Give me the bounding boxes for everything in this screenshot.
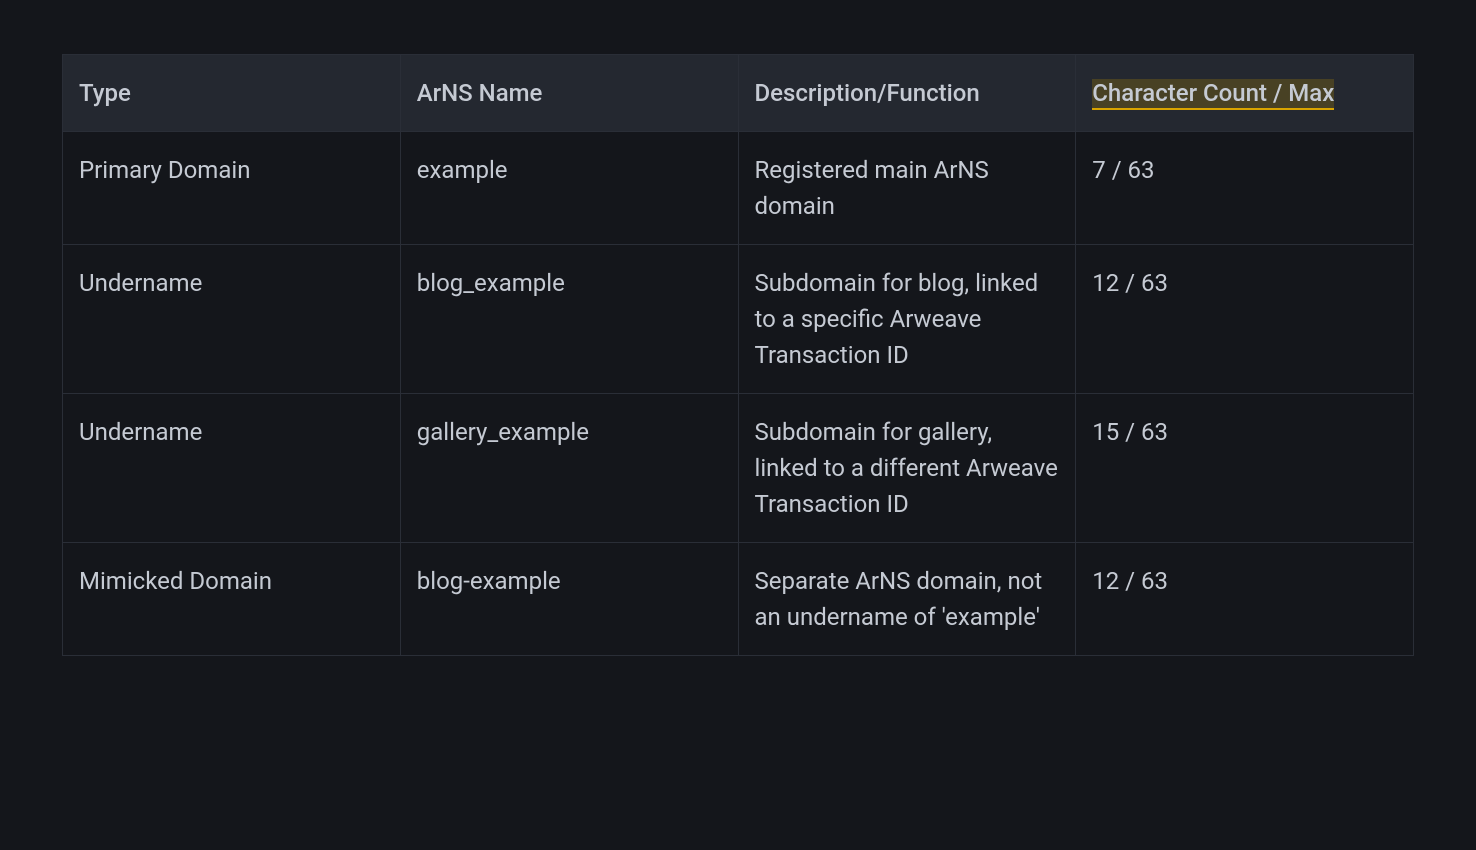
- cell-name: blog_example: [400, 245, 738, 394]
- cell-count: 12 / 63: [1076, 245, 1414, 394]
- cell-type: Undername: [63, 245, 401, 394]
- header-count-highlight: Character Count / Max: [1092, 79, 1334, 110]
- cell-name: blog-example: [400, 543, 738, 656]
- cell-type: Primary Domain: [63, 132, 401, 245]
- cell-count: 12 / 63: [1076, 543, 1414, 656]
- cell-count: 15 / 63: [1076, 394, 1414, 543]
- cell-name: example: [400, 132, 738, 245]
- cell-desc: Registered main ArNS domain: [738, 132, 1076, 245]
- cell-count: 7 / 63: [1076, 132, 1414, 245]
- cell-desc: Separate ArNS domain, not an undername o…: [738, 543, 1076, 656]
- table-row: Undername blog_example Subdomain for blo…: [63, 245, 1414, 394]
- header-count: Character Count / Max: [1076, 55, 1414, 132]
- cell-desc: Subdomain for gallery, linked to a diffe…: [738, 394, 1076, 543]
- arns-table: Type ArNS Name Description/Function Char…: [62, 54, 1414, 656]
- cell-desc: Subdomain for blog, linked to a specific…: [738, 245, 1076, 394]
- table-body: Primary Domain example Registered main A…: [63, 132, 1414, 656]
- table-header: Type ArNS Name Description/Function Char…: [63, 55, 1414, 132]
- table-row: Primary Domain example Registered main A…: [63, 132, 1414, 245]
- header-row: Type ArNS Name Description/Function Char…: [63, 55, 1414, 132]
- cell-type: Undername: [63, 394, 401, 543]
- cell-name: gallery_example: [400, 394, 738, 543]
- table-row: Mimicked Domain blog-example Separate Ar…: [63, 543, 1414, 656]
- cell-type: Mimicked Domain: [63, 543, 401, 656]
- header-desc: Description/Function: [738, 55, 1076, 132]
- table-row: Undername gallery_example Subdomain for …: [63, 394, 1414, 543]
- header-type: Type: [63, 55, 401, 132]
- header-name: ArNS Name: [400, 55, 738, 132]
